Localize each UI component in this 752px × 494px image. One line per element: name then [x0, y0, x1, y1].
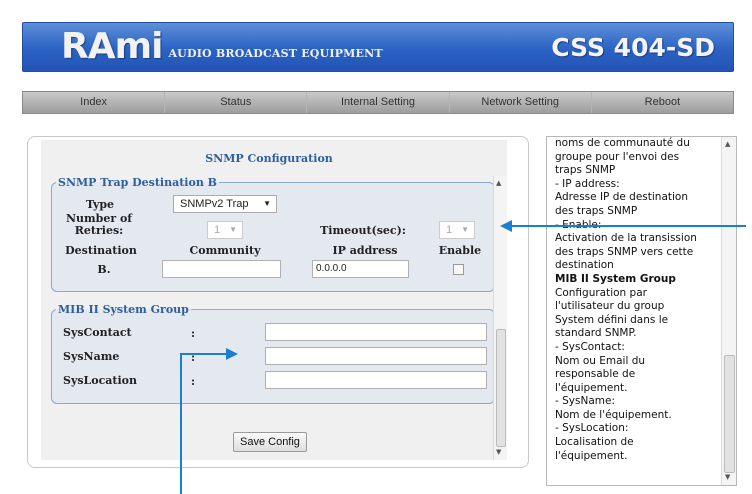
arrow-down-icon[interactable]: ▼	[496, 448, 501, 456]
help-line: - SysContact:	[555, 340, 625, 353]
help-line: standard SNMP.	[555, 327, 637, 340]
config-scrollbar[interactable]: ▲ ▼	[493, 176, 507, 460]
help-text: noms de communauté du groupe pour l'envo…	[555, 137, 720, 463]
timeout-label: Timeout(sec):	[320, 224, 406, 237]
product-name: CSS 404-SD	[551, 33, 715, 62]
nav-bar: Index Status Internal Setting Network Se…	[22, 91, 734, 114]
arrow-up-icon[interactable]: ▲	[725, 140, 730, 148]
help-line: traps SNMP	[555, 164, 616, 177]
help-line: groupe pour l'envoi des	[555, 150, 680, 163]
syslocation-label: SysLocation	[63, 374, 138, 387]
syslocation-input[interactable]	[265, 371, 487, 389]
ip-address-header: IP address	[332, 244, 398, 257]
syscontact-input[interactable]	[265, 323, 487, 341]
logo-text: RAmi	[61, 26, 163, 67]
help-line: Nom de l'équipement.	[555, 408, 672, 421]
nav-item-status[interactable]: Status	[165, 92, 308, 113]
destination-row-label: B.	[97, 263, 111, 276]
sysname-input[interactable]	[265, 347, 487, 365]
logo-tagline: AUDIO BROADCAST EQUIPMENT	[168, 47, 383, 60]
type-select-value: SNMPv2 Trap	[180, 198, 249, 210]
help-scrollbar[interactable]: ▲ ▼	[721, 137, 736, 485]
arrow-up-icon[interactable]: ▲	[496, 179, 501, 187]
destination-header: Destination	[65, 244, 137, 257]
type-select[interactable]: SNMPv2 Trap ▼	[173, 195, 277, 213]
help-line: des traps SNMP	[555, 204, 638, 217]
retries-label: Number of Retries:	[65, 212, 133, 237]
chevron-down-icon: ▼	[461, 225, 469, 234]
chevron-down-icon: ▼	[263, 199, 271, 208]
retries-select[interactable]: 1 ▼	[207, 221, 243, 239]
ip-address-input[interactable]: 0.0.0.0	[312, 260, 409, 278]
help-line: Configuration par	[555, 286, 647, 299]
header-banner: RAmi AUDIO BROADCAST EQUIPMENT CSS 404-S…	[22, 22, 734, 72]
chevron-down-icon: ▼	[229, 225, 237, 234]
timeout-select-value: 1	[446, 224, 453, 236]
help-line: Activation de la transission	[555, 232, 697, 245]
help-line: - SysLocation:	[555, 422, 629, 435]
nav-item-reboot[interactable]: Reboot	[592, 92, 733, 113]
type-label: Type	[85, 198, 115, 211]
nav-item-internal-setting[interactable]: Internal Setting	[307, 92, 450, 113]
config-scroll-area: SNMP Configuration SNMP Trap Destination…	[41, 140, 507, 460]
community-input[interactable]	[162, 260, 281, 278]
help-panel: noms de communauté du groupe pour l'envo…	[546, 136, 737, 486]
syscontact-label: SysContact	[63, 326, 132, 339]
help-line: noms de communauté du	[555, 137, 690, 149]
help-line: responsable de	[555, 368, 636, 381]
help-scrollbar-thumb[interactable]	[724, 355, 735, 473]
help-line: des traps SNMP vers cette	[555, 245, 694, 258]
sysname-label: SysName	[63, 350, 120, 363]
timeout-select[interactable]: 1 ▼	[439, 221, 475, 239]
config-scrollbar-thumb[interactable]	[496, 329, 506, 447]
arrow-down-icon[interactable]: ▼	[725, 473, 730, 481]
help-line: Nom ou Email du	[555, 354, 646, 367]
help-line: l'équipement.	[555, 449, 628, 462]
help-heading: MIB II System Group	[555, 272, 676, 285]
syscontact-colon: :	[191, 327, 196, 340]
syslocation-colon: :	[191, 375, 196, 388]
mib-system-legend: MIB II System Group	[58, 303, 189, 316]
save-config-button[interactable]: Save Config	[233, 432, 307, 452]
snmp-trap-legend: SNMP Trap Destination B	[58, 176, 217, 189]
retries-select-value: 1	[214, 224, 221, 236]
help-line: l'équipement.	[555, 381, 628, 394]
sysname-colon: :	[191, 351, 196, 364]
help-line: l'utilisateur du group	[555, 300, 665, 313]
nav-item-network-setting[interactable]: Network Setting	[450, 92, 592, 113]
logo: RAmi AUDIO BROADCAST EQUIPMENT	[61, 27, 383, 67]
help-line: System défini dans le	[555, 313, 669, 326]
config-panel: SNMP Configuration SNMP Trap Destination…	[27, 136, 529, 468]
page-title: SNMP Configuration	[205, 152, 333, 165]
nav-item-index[interactable]: Index	[23, 92, 166, 113]
enable-header: Enable	[438, 244, 482, 257]
help-line: destination	[555, 259, 614, 272]
help-line: - SysName:	[555, 395, 615, 408]
community-header: Community	[189, 244, 261, 257]
help-line: - IP address:	[555, 177, 620, 190]
help-line: - Enable:	[555, 218, 602, 231]
enable-checkbox[interactable]	[453, 264, 464, 275]
help-line: Adresse IP de destination	[555, 191, 689, 204]
help-line: Localisation de	[555, 436, 634, 449]
